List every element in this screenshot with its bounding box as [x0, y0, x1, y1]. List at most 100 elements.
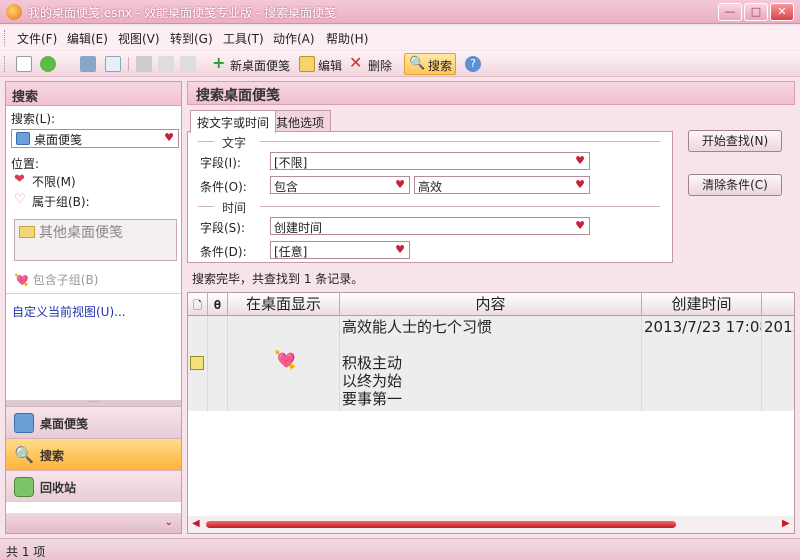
menu-edit[interactable]: 编辑(E)	[67, 30, 108, 47]
time-field-dropdown[interactable]: 创建时间 ♥	[270, 217, 590, 235]
content-line: 要事第一	[342, 390, 403, 408]
nav-notes-label: 桌面便笺	[40, 417, 89, 431]
search-target-dropdown[interactable]: 桌面便笺 ♥	[11, 129, 179, 148]
menu-help[interactable]: 帮助(H)	[326, 30, 368, 47]
toolbar: + 新桌面便笺 编辑 ✕ 删除 🔍 搜索 ?	[0, 51, 800, 77]
menu-goto[interactable]: 转到(G)	[170, 30, 213, 47]
menu-tools[interactable]: 工具(T)	[223, 30, 264, 47]
delete-button[interactable]: 删除	[368, 57, 392, 74]
menu-file[interactable]: 文件(F)	[17, 30, 57, 47]
copy-icon[interactable]	[158, 56, 174, 72]
content-line: 以终为始	[342, 372, 403, 390]
text-field-label: 字段(I):	[200, 156, 241, 170]
doc-icon: 🗋	[193, 299, 202, 312]
radio-heart-icon[interactable]: ❤	[14, 172, 25, 187]
nav-item-recycle[interactable]: 回收站	[6, 470, 181, 502]
nav-item-search[interactable]: 🔍 搜索	[6, 438, 181, 470]
include-subgroup-label: 包含子组(B)	[32, 273, 99, 287]
help-icon[interactable]: ?	[465, 56, 481, 72]
nav-item-notes[interactable]: 桌面便笺	[6, 406, 181, 438]
edit-button[interactable]: 编辑	[318, 57, 342, 74]
row-modified-cell: 2013	[764, 318, 794, 336]
text-cond-label: 条件(O):	[200, 180, 247, 194]
tab-text-time[interactable]: 按文字或时间	[190, 110, 277, 133]
option-unlimited[interactable]: 不限(M)	[32, 173, 76, 190]
text-field-value: [不限]	[274, 156, 308, 170]
time-cond-label: 条件(D):	[200, 245, 247, 259]
column-header-type[interactable]: 🗋	[188, 293, 208, 316]
recycle-icon	[14, 477, 34, 497]
keyword-input[interactable]: 高效 ♥	[414, 176, 590, 194]
search-target-value: 桌面便笺	[34, 133, 83, 147]
delete-icon[interactable]: ✕	[349, 55, 365, 72]
heart-dropdown-icon: ♥	[395, 178, 405, 191]
custom-view-link[interactable]: 自定义当前视图(U)...	[12, 303, 126, 320]
row-desktop-cell: 💘	[228, 316, 340, 411]
cut-icon[interactable]	[136, 56, 152, 72]
menu-view[interactable]: 视图(V)	[118, 30, 160, 47]
results-grid: 🗋 𝛉 在桌面显示 内容 创建时间 💘 高效能人士的七个习惯 积极主动 以终为始…	[187, 292, 795, 534]
nav-more-button[interactable]: ⌄	[6, 513, 181, 533]
time-field-value: 创建时间	[274, 221, 323, 235]
location-label: 位置:	[11, 157, 40, 171]
search-toolbar-button[interactable]: 🔍 搜索	[404, 53, 456, 75]
option-group[interactable]: 属于组(B):	[32, 193, 90, 210]
close-button[interactable]: ✕	[770, 3, 794, 21]
window-title: 我的桌面便笺.esnx - 效能桌面便笺专业版 - 搜索桌面便笺	[28, 6, 337, 20]
status-text: 共 1 项	[6, 545, 46, 559]
text-group-title: 文字	[222, 136, 247, 150]
content-line: 高效能人士的七个习惯	[342, 318, 493, 336]
text-field-dropdown[interactable]: [不限] ♥	[270, 152, 590, 170]
paste-icon[interactable]	[180, 56, 196, 72]
row-attachment-cell	[208, 316, 228, 411]
time-cond-value: [任意]	[274, 245, 308, 259]
row-content-cell: 高效能人士的七个习惯 积极主动 以终为始 要事第一	[340, 316, 642, 411]
tab-other-options[interactable]: 其他选项	[269, 110, 332, 132]
preview-icon[interactable]	[105, 56, 121, 72]
heart-dropdown-icon: ♥	[164, 131, 174, 144]
scroll-right-icon[interactable]: ▶	[782, 518, 790, 529]
start-find-button[interactable]: 开始查找(N)	[688, 130, 782, 152]
search-label: 搜索	[428, 59, 453, 73]
horizontal-scrollbar[interactable]: ◀ ▶	[188, 516, 794, 533]
add-icon[interactable]: +	[212, 55, 228, 72]
group-line	[260, 141, 660, 142]
group-line	[198, 206, 214, 207]
status-bar: 共 1 项	[0, 538, 800, 560]
time-cond-dropdown[interactable]: [任意] ♥	[270, 241, 410, 259]
column-header-desktop[interactable]: 在桌面显示	[228, 293, 340, 316]
column-header-created[interactable]: 创建时间	[642, 293, 762, 316]
print-icon[interactable]	[80, 56, 96, 72]
column-header-modified[interactable]	[762, 293, 794, 316]
minimize-button[interactable]: —	[718, 3, 742, 21]
column-header-content[interactable]: 内容	[340, 293, 642, 316]
heart-dropdown-icon: ♥	[575, 178, 585, 191]
table-row[interactable]: 💘 高效能人士的七个习惯 积极主动 以终为始 要事第一 2013/7/23 17…	[188, 316, 794, 411]
group-line	[198, 141, 214, 142]
search-label: 搜索(L):	[11, 112, 56, 126]
menu-grip	[4, 30, 7, 46]
maximize-button[interactable]: □	[744, 3, 768, 21]
clear-conditions-button[interactable]: 清除条件(C)	[688, 174, 782, 196]
group-selector[interactable]: 其他桌面便笺	[14, 219, 177, 261]
heart-check-icon: 💘	[14, 273, 29, 287]
menu-action[interactable]: 动作(A)	[273, 30, 315, 47]
folder-icon	[19, 226, 35, 238]
include-subgroup-checkbox[interactable]: 💘 包含子组(B)	[14, 271, 98, 288]
toolbar-grip	[4, 56, 7, 72]
notes-icon	[14, 413, 34, 433]
text-cond-dropdown[interactable]: 包含 ♥	[270, 176, 410, 194]
nav-search-label: 搜索	[40, 449, 65, 463]
scrollbar-thumb[interactable]	[206, 521, 676, 528]
new-file-icon[interactable]	[16, 56, 32, 72]
column-header-attachment[interactable]: 𝛉	[208, 293, 228, 316]
search-icon: 🔍	[14, 445, 34, 464]
row-created-cell: 2013/7/23 17:08	[642, 316, 762, 411]
heart-dropdown-icon: ♥	[575, 219, 585, 232]
new-note-button[interactable]: 新桌面便笺	[230, 57, 290, 74]
open-icon[interactable]	[40, 56, 56, 72]
edit-icon[interactable]	[299, 56, 315, 72]
time-group-title: 时间	[222, 201, 247, 215]
scroll-left-icon[interactable]: ◀	[192, 518, 200, 529]
radio-heart-empty-icon[interactable]: ♡	[14, 192, 26, 207]
